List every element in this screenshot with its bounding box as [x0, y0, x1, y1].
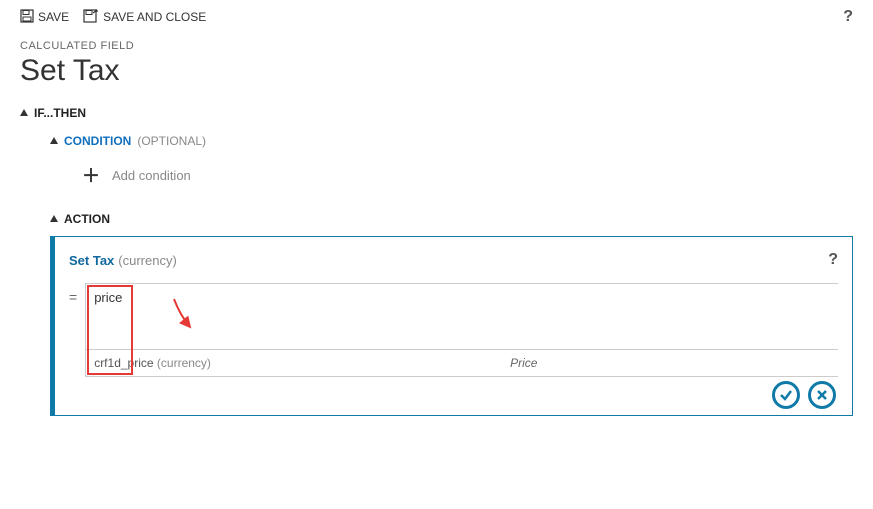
help-button[interactable]: ? — [843, 8, 853, 26]
ifthen-header[interactable]: IF...THEN — [20, 106, 853, 120]
suggestion-field: crf1d_price — [94, 356, 153, 370]
action-panel-type: (currency) — [118, 253, 177, 268]
save-close-icon — [83, 9, 99, 26]
suggestion-display: Price — [502, 350, 838, 376]
cancel-button[interactable] — [808, 381, 836, 409]
condition-label: CONDITION — [64, 134, 131, 148]
save-icon — [20, 9, 34, 26]
save-button[interactable]: SAVE — [20, 9, 69, 26]
action-help-button[interactable]: ? — [828, 251, 838, 269]
close-icon — [815, 388, 829, 402]
condition-optional: (OPTIONAL) — [137, 134, 206, 148]
action-panel-title: Set Tax — [69, 253, 114, 268]
collapse-icon — [50, 215, 58, 222]
condition-header[interactable]: CONDITION (OPTIONAL) — [50, 134, 853, 148]
confirm-button[interactable] — [772, 381, 800, 409]
formula-input-container: crf1d_price (currency) Price — [85, 283, 838, 377]
autocomplete-dropdown: crf1d_price (currency) Price — [86, 349, 838, 376]
suggestion-type: (currency) — [157, 356, 211, 370]
plus-icon: ＋ — [82, 162, 100, 188]
collapse-icon — [50, 137, 58, 144]
page-subtitle: CALCULATED FIELD — [20, 40, 853, 52]
add-condition-button[interactable]: ＋ Add condition — [82, 162, 853, 188]
formula-input[interactable] — [86, 284, 838, 311]
collapse-icon — [20, 109, 28, 116]
action-header[interactable]: ACTION — [50, 212, 853, 226]
check-icon — [779, 388, 793, 402]
action-label: ACTION — [64, 212, 110, 226]
save-label: SAVE — [38, 10, 69, 24]
ifthen-label: IF...THEN — [34, 106, 86, 120]
equals-sign: = — [69, 289, 77, 305]
save-and-close-button[interactable]: SAVE AND CLOSE — [83, 9, 206, 26]
autocomplete-item[interactable]: crf1d_price (currency) — [86, 350, 502, 376]
add-condition-label: Add condition — [112, 168, 191, 183]
toolbar: SAVE SAVE AND CLOSE ? — [20, 8, 853, 26]
page-title: Set Tax — [20, 54, 853, 88]
save-close-label: SAVE AND CLOSE — [103, 10, 206, 24]
action-panel: Set Tax (currency) ? = crf1d_price (curr… — [50, 236, 853, 416]
